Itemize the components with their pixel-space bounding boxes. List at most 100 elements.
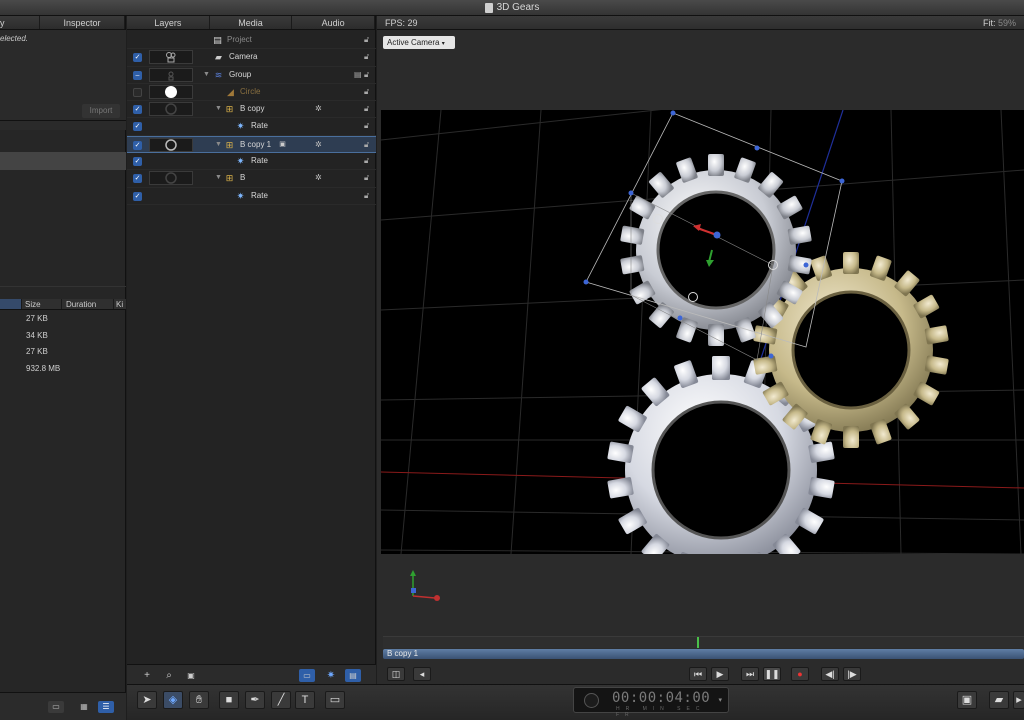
chevron-down-icon[interactable]: ▾ [718, 696, 722, 704]
lock-icon[interactable]: 🔓︎ [364, 87, 372, 96]
layer-name: Circle [240, 86, 261, 96]
add-icon[interactable]: + [139, 669, 155, 682]
lock-icon[interactable]: 🔓︎ [364, 140, 372, 149]
previous-frame-icon[interactable]: ◀| [821, 667, 839, 681]
layer-row-group[interactable]: – ▼ ≋ Group ▤ 🔓︎ [127, 67, 376, 84]
lock-icon[interactable]: 🔓︎ [364, 191, 372, 200]
lock-icon[interactable]: 🔓︎ [364, 121, 372, 130]
file-row[interactable]: 932.8 MB [26, 362, 126, 379]
visibility-checkbox[interactable]: ✓ [133, 157, 142, 167]
toggle-timeline-icon[interactable]: ◫ [387, 667, 405, 681]
layer-row-rate[interactable]: ✓ ✷ Rate 🔓︎ [127, 188, 376, 205]
file-row[interactable]: 27 KB [26, 345, 126, 362]
play-icon[interactable]: ▶ [711, 667, 729, 681]
disclosure-triangle-icon[interactable]: ▼ [215, 174, 222, 181]
layer-row-camera[interactable]: ✓ ▰ Camera 🔓︎ [127, 49, 376, 67]
layer-row-circle[interactable]: ◢ Circle 🔓︎ [127, 84, 376, 102]
next-frame-icon[interactable]: |▶ [843, 667, 861, 681]
timecode-knob-icon[interactable] [584, 693, 599, 708]
timeline-ruler[interactable] [383, 636, 1024, 648]
project-icon: ▤ [213, 35, 222, 45]
lock-icon[interactable]: 🔓︎ [364, 156, 372, 165]
camera-select[interactable]: Active Camera ▾ [383, 36, 455, 49]
rectangle-tool-icon[interactable]: ■ [219, 691, 239, 709]
layer-row-rate[interactable]: ✓ ✷ Rate 🔓︎ [127, 153, 376, 171]
list-view-icon[interactable]: ☰ [98, 701, 114, 713]
lock-icon[interactable]: 🔓︎ [364, 35, 372, 44]
tab-audio[interactable]: Audio [292, 16, 376, 29]
select-tool-icon[interactable]: ➤ [137, 691, 157, 709]
column-duration[interactable]: Duration [62, 299, 114, 309]
filters-view-icon[interactable]: ▤ [345, 669, 361, 682]
share-icon[interactable]: ▸ [1013, 691, 1024, 709]
mask-tool-icon[interactable]: ▭ [325, 691, 345, 709]
pause-icon[interactable]: ❚❚ [763, 667, 781, 681]
tab-library[interactable]: y [0, 16, 40, 29]
fit-zoom[interactable]: Fit: 59% [983, 18, 1016, 28]
3d-group-icon[interactable]: ▤ [354, 70, 362, 79]
timecode-display[interactable]: 00:00:04:00 HR MIN SEC FR ▾ [573, 687, 729, 718]
layer-row-b-copy-1[interactable]: ✓ ▼ ⊞ B copy 1 ▣ ✲ 🔓︎ [127, 135, 376, 154]
library-selected-row[interactable] [0, 152, 126, 170]
disclosure-triangle-icon[interactable]: ▼ [203, 71, 210, 78]
visibility-checkbox[interactable]: ✓ [133, 140, 142, 150]
fit-value[interactable]: 59% [998, 18, 1016, 28]
visibility-checkbox[interactable]: ✓ [133, 174, 142, 184]
visibility-checkbox[interactable]: ✓ [133, 53, 142, 63]
gear-icon[interactable]: ✲ [315, 140, 322, 149]
go-to-end-icon[interactable]: ⏭ [741, 667, 759, 681]
layer-row-b-copy[interactable]: ✓ ▼ ⊞ B copy ✲ 🔓︎ [127, 101, 376, 119]
visibility-checkbox[interactable]: ✓ [133, 191, 142, 201]
layer-row-b[interactable]: ✓ ▼ ⊞ B ✲ 🔓︎ [127, 170, 376, 188]
timeline-clip[interactable]: B copy 1 [383, 649, 1024, 659]
column-size[interactable]: Size [22, 299, 62, 309]
disclosure-triangle-icon[interactable]: ▼ [215, 105, 222, 112]
behaviors-view-icon[interactable]: ✷ [323, 669, 339, 682]
text-tool-icon[interactable]: T [295, 691, 315, 709]
file-row[interactable]: 27 KB [26, 312, 126, 329]
visibility-checkbox[interactable]: ✓ [133, 105, 142, 115]
layer-row-project[interactable]: ▤ Project 🔓︎ [127, 32, 376, 50]
visibility-checkbox[interactable]: ✓ [133, 122, 142, 132]
file-row[interactable]: 34 KB [26, 329, 126, 346]
column-kind[interactable]: Ki [114, 299, 126, 309]
tab-inspector[interactable]: Inspector [40, 16, 125, 29]
replicator-icon: ⊞ [225, 173, 234, 184]
group-icon: ≋ [214, 69, 223, 80]
pen-tool-icon[interactable]: ✒︎ [245, 691, 265, 709]
record-icon[interactable]: ● [791, 667, 809, 681]
lock-icon[interactable]: 🔓︎ [364, 173, 372, 182]
tab-layers[interactable]: Layers [127, 16, 210, 29]
go-to-start-icon[interactable]: ⏮ [689, 667, 707, 681]
thumbnail-toggle-icon[interactable]: ▣ [183, 669, 199, 682]
file-list: 27 KB 34 KB 27 KB 932.8 MB [26, 312, 126, 378]
scene-canvas[interactable] [381, 110, 1024, 554]
visibility-checkbox[interactable]: – [133, 70, 142, 80]
3d-transform-tool-icon[interactable]: ◈ [163, 691, 183, 709]
tab-media[interactable]: Media [210, 16, 293, 29]
gear-icon[interactable]: ✲ [315, 104, 322, 113]
mask-icon[interactable]: ▣ [277, 140, 288, 150]
audio-icon[interactable]: ◂ [413, 667, 431, 681]
column-name[interactable] [0, 299, 22, 309]
paint-stroke-tool-icon[interactable]: ╱ [271, 691, 291, 709]
visibility-checkbox[interactable] [133, 87, 142, 97]
layer-row-rate[interactable]: ✓ ✷ Rate 🔓︎ [127, 118, 376, 136]
folder-icon[interactable]: ▭ [48, 701, 64, 713]
layers-view-icon[interactable]: ▭ [299, 669, 315, 682]
lock-icon[interactable]: 🔓︎ [364, 104, 372, 113]
disclosure-triangle-icon[interactable]: ▼ [215, 141, 222, 148]
camera-add-icon[interactable]: ▰ [989, 691, 1009, 709]
playhead[interactable] [697, 637, 699, 648]
layer-name: Camera [229, 52, 258, 62]
layers-panel: Layers Media Audio ▤ Project 🔓︎ ✓ ▰ Came… [127, 16, 376, 686]
pan-tool-icon[interactable]: ✋︎ [189, 691, 209, 709]
grid-view-icon[interactable]: ▦ [76, 701, 92, 713]
no-selection-text: elected. [0, 34, 29, 43]
fullscreen-icon[interactable]: ▣ [957, 691, 977, 709]
gear-icon[interactable]: ✲ [315, 173, 322, 182]
import-button[interactable]: Import [82, 104, 120, 118]
search-icon[interactable]: ⌕ [161, 669, 177, 682]
lock-icon[interactable]: 🔓︎ [364, 70, 372, 79]
lock-icon[interactable]: 🔓︎ [364, 52, 372, 61]
